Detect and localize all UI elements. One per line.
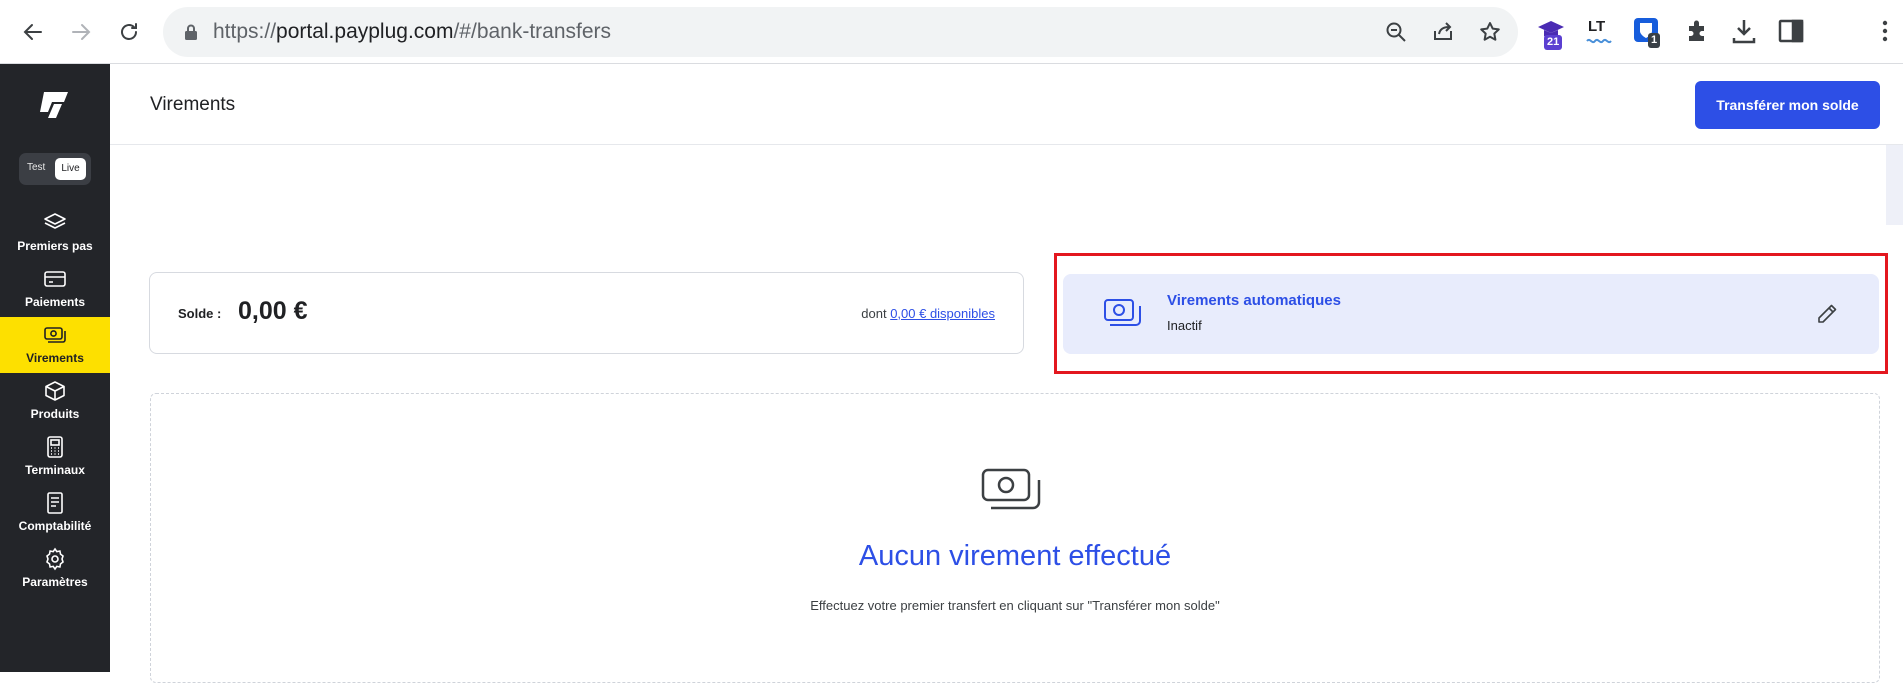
test-live-toggle[interactable]: Test Live (19, 153, 91, 185)
languagetool-extension[interactable]: LT (1585, 16, 1615, 46)
balance-label: Solde : (178, 306, 222, 321)
test-mode-label[interactable]: Test (27, 162, 45, 173)
side-panel-icon[interactable] (1776, 16, 1806, 46)
banknote-icon (1104, 299, 1141, 326)
reload-button[interactable] (109, 12, 149, 52)
arrow-right-icon (72, 24, 91, 40)
sidebar-item-label: Paramètres (22, 575, 88, 589)
pencil-icon[interactable] (1815, 302, 1839, 326)
box-icon (45, 381, 65, 401)
balance-card: Solde : 0,00 € dont 0,00 € disponibles (149, 272, 1024, 354)
url-text: https://portal.payplug.com/#/bank-transf… (213, 20, 612, 43)
sidebar-item-label: Terminaux (25, 463, 85, 477)
puzzle-extensions-icon[interactable] (1683, 16, 1713, 46)
ledger-icon (47, 492, 63, 514)
sidebar-item-label: Comptabilité (18, 519, 92, 533)
sidebar-item-paiements[interactable]: Paiements (0, 261, 110, 317)
transfer-balance-button[interactable]: Transférer mon solde (1695, 81, 1880, 129)
sidebar: Test Live Premiers pas Paiements Viremen… (0, 64, 110, 672)
available-balance-link[interactable]: 0,00 € disponibles (890, 306, 995, 321)
sidebar-item-comptabilite[interactable]: Comptabilité (0, 485, 110, 541)
forward-button[interactable] (61, 12, 101, 52)
sidebar-item-label: Premiers pas (17, 239, 93, 253)
live-mode-label[interactable]: Live (55, 158, 86, 180)
sidebar-item-virements[interactable]: Virements (0, 317, 110, 373)
automatic-transfers-card[interactable]: Virements automatiques Inactif (1063, 274, 1879, 354)
automatic-transfers-status: Inactif (1167, 318, 1202, 333)
page-title: Virements (150, 94, 236, 115)
wave-icon (1586, 38, 1612, 44)
graduation-cap-extension[interactable]: 21 (1536, 16, 1566, 50)
lock-icon (185, 24, 197, 40)
banknote-icon (44, 327, 66, 343)
sidebar-item-terminaux[interactable]: Terminaux (0, 429, 110, 485)
balance-amount: 0,00 € (238, 297, 308, 325)
credit-card-icon (44, 271, 66, 287)
automatic-transfers-title: Virements automatiques (1167, 292, 1341, 309)
layers-icon (44, 213, 66, 229)
empty-state-title: Aucun virement effectué (858, 540, 1172, 572)
bitwarden-extension[interactable]: 1 (1632, 16, 1662, 48)
zoom-out-icon[interactable] (1384, 20, 1408, 44)
extension-badge: 1 (1648, 33, 1661, 48)
payplug-logo[interactable] (38, 90, 72, 120)
kebab-menu-icon[interactable] (1870, 16, 1900, 46)
scrollbar-thumb[interactable] (1886, 145, 1903, 225)
bookmark-star-icon[interactable] (1478, 20, 1502, 44)
share-icon[interactable] (1431, 20, 1455, 44)
terminal-icon (47, 436, 63, 458)
empty-state-subtitle: Effectuez votre premier transfert en cli… (810, 598, 1220, 613)
empty-state: Aucun virement effectué Effectuez votre … (150, 393, 1880, 683)
sidebar-item-label: Produits (30, 407, 80, 421)
extension-badge: 21 (1544, 35, 1563, 50)
banknote-icon (981, 468, 1041, 510)
languagetool-label: LT (1588, 18, 1606, 35)
gear-icon (46, 547, 64, 571)
arrow-left-icon (23, 24, 42, 40)
available-balance: dont 0,00 € disponibles (861, 306, 995, 321)
sidebar-item-premiers-pas[interactable]: Premiers pas (0, 205, 110, 261)
page-header: Virements Transférer mon solde (110, 64, 1903, 145)
back-button[interactable] (13, 12, 53, 52)
download-icon[interactable] (1729, 16, 1759, 46)
address-bar[interactable]: https://portal.payplug.com/#/bank-transf… (163, 7, 1518, 57)
available-prefix: dont (861, 306, 887, 321)
browser-toolbar: https://portal.payplug.com/#/bank-transf… (0, 0, 1903, 64)
sidebar-item-label: Virements (26, 351, 84, 365)
sidebar-item-label: Paiements (24, 295, 86, 309)
sidebar-item-parametres[interactable]: Paramètres (0, 541, 110, 597)
reload-icon (121, 23, 137, 40)
sidebar-item-produits[interactable]: Produits (0, 373, 110, 429)
